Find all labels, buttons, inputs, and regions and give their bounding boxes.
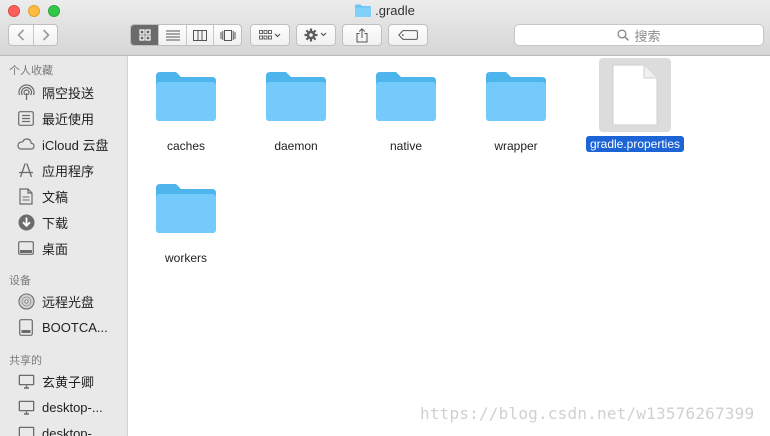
sidebar-item-label: 远程光盘: [42, 294, 95, 310]
sidebar-item-label: 隔空投送: [42, 85, 95, 101]
window-title-bar: .gradle: [0, 3, 770, 20]
file-name: wrapper: [494, 139, 538, 153]
view-mode-control: [130, 24, 242, 46]
sidebar-item-airdrop[interactable]: 隔空投送: [17, 82, 125, 102]
folder-icon: [351, 64, 461, 128]
sidebar-section-favorites: 个人收藏: [9, 65, 53, 77]
toolbar: .gradle 搜索: [0, 0, 770, 56]
folder-item-wrapper[interactable]: wrapper: [461, 64, 571, 154]
sidebar-item-label: BOOTCA...: [42, 319, 108, 335]
folder-icon: [461, 64, 571, 128]
file-name: caches: [166, 139, 206, 153]
sidebar-item-bootcamp[interactable]: BOOTCA...: [17, 317, 125, 337]
chevron-left-icon: [17, 29, 25, 41]
sidebar-item-label: 文稿: [42, 189, 69, 205]
arrange-icon: [259, 29, 281, 39]
share-button[interactable]: [342, 24, 382, 46]
share-icon: [356, 27, 368, 42]
desktop-icon: [17, 239, 35, 257]
sidebar-item-icloud[interactable]: iCloud 云盘: [17, 134, 125, 154]
sidebar-item-shared-desktop-1[interactable]: desktop-...: [17, 397, 125, 417]
sidebar-item-label: 桌面: [42, 241, 69, 257]
forward-button[interactable]: [33, 25, 57, 45]
sidebar-item-label: 玄黄子卿: [42, 374, 95, 390]
sidebar-item-remote-disc[interactable]: 远程光盘: [17, 291, 125, 311]
sidebar: 个人收藏 隔空投送 最近使用 iCloud 云盘 应用程序 文稿 下载 桌面 设…: [0, 56, 128, 436]
sidebar-item-label: iCloud 云盘: [42, 137, 109, 153]
back-button[interactable]: [9, 25, 33, 45]
sidebar-item-shared-computer[interactable]: 玄黄子卿: [17, 371, 125, 391]
list-view-button[interactable]: [158, 25, 186, 45]
folder-item-daemon[interactable]: daemon: [241, 64, 351, 154]
sidebar-item-downloads[interactable]: 下载: [17, 212, 125, 232]
tag-icon: [398, 30, 418, 40]
gear-icon: [304, 28, 327, 42]
sidebar-item-documents[interactable]: 文稿: [17, 186, 125, 206]
folder-item-workers[interactable]: workers: [131, 176, 241, 266]
folder-icon: [131, 176, 241, 240]
chevron-right-icon: [42, 29, 50, 41]
folder-icon: [355, 4, 372, 20]
grid-icon: [139, 29, 151, 41]
file-name: native: [389, 139, 423, 153]
sidebar-item-label: desktop-...: [42, 399, 103, 415]
tags-button[interactable]: [388, 24, 428, 46]
file-grid: caches daemon native wrapper gradle.prop…: [128, 56, 770, 436]
folder-icon: [131, 64, 241, 128]
disc-icon: [17, 292, 35, 310]
applications-icon: [17, 161, 35, 179]
recents-icon: [17, 109, 35, 127]
sidebar-item-label: 应用程序: [42, 163, 95, 179]
computer-icon: [17, 398, 35, 416]
computer-icon: [17, 372, 35, 390]
file-item-gradle-properties[interactable]: gradle.properties: [571, 58, 699, 152]
search-icon: [617, 29, 630, 41]
drive-icon: [17, 318, 35, 336]
search-field[interactable]: 搜索: [514, 24, 764, 46]
file-name: gradle.properties: [585, 136, 685, 152]
sidebar-item-label: 下载: [42, 215, 69, 231]
columns-icon: [193, 29, 208, 41]
cover-flow-icon: [220, 29, 236, 41]
computer-icon: [17, 424, 35, 436]
sidebar-item-shared-desktop-2[interactable]: desktop-...: [17, 423, 125, 436]
sidebar-section-shared: 共享的: [9, 355, 42, 367]
sidebar-item-label: desktop-...: [42, 425, 103, 436]
search-placeholder: 搜索: [634, 28, 661, 44]
column-view-button[interactable]: [185, 25, 214, 45]
sidebar-item-desktop[interactable]: 桌面: [17, 238, 125, 258]
sidebar-item-applications[interactable]: 应用程序: [17, 160, 125, 180]
folder-icon: [241, 64, 351, 128]
airdrop-icon: [17, 83, 35, 101]
sidebar-item-recents[interactable]: 最近使用: [17, 108, 125, 128]
arrange-button[interactable]: [250, 24, 290, 46]
window-title: .gradle: [375, 3, 415, 18]
icon-view-button[interactable]: [131, 25, 159, 45]
document-icon: [571, 58, 699, 132]
document-icon: [17, 187, 35, 205]
navigation-buttons: [8, 24, 58, 46]
finder-window: .gradle 搜索 个人收藏 隔空投送 最近使用 iCloud 云盘 应用程序…: [0, 0, 770, 436]
cover-flow-view-button[interactable]: [213, 25, 241, 45]
action-button[interactable]: [296, 24, 336, 46]
download-icon: [17, 213, 35, 231]
list-icon: [165, 30, 180, 40]
watermark-text: https://blog.csdn.net/w13576267399: [420, 404, 755, 423]
sidebar-section-devices: 设备: [9, 275, 31, 287]
file-name: workers: [164, 251, 207, 265]
folder-item-caches[interactable]: caches: [131, 64, 241, 154]
sidebar-item-label: 最近使用: [42, 111, 95, 127]
folder-item-native[interactable]: native: [351, 64, 461, 154]
file-name: daemon: [274, 139, 318, 153]
cloud-icon: [17, 135, 35, 153]
